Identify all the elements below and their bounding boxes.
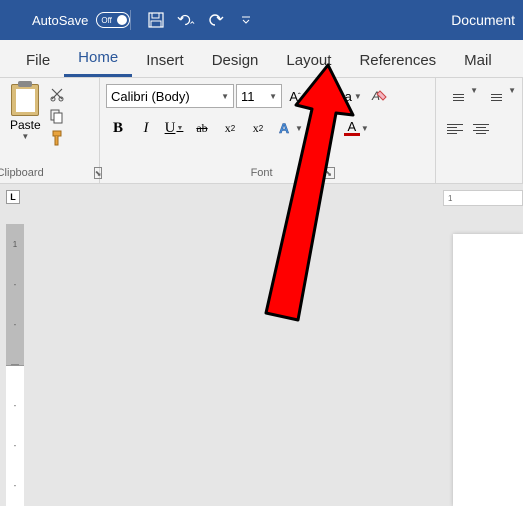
paste-button[interactable]: Paste ▼	[6, 82, 45, 167]
format-painter-icon[interactable]	[49, 130, 67, 148]
clear-formatting-button[interactable]: A	[368, 84, 390, 108]
highlight-color-button[interactable]: ▼	[309, 118, 338, 139]
align-left-button[interactable]	[444, 118, 466, 140]
underline-button[interactable]: U▼	[162, 116, 186, 140]
italic-button[interactable]: I	[134, 116, 158, 140]
tab-home[interactable]: Home	[64, 41, 132, 77]
decrease-font-size-button[interactable]: Aˇ	[308, 84, 330, 108]
save-icon[interactable]	[147, 11, 165, 29]
font-group: Calibri (Body)▼ 11▼ Aˆ Aˇ Aa▼ A B I U▼ a…	[100, 78, 436, 183]
undo-icon[interactable]	[177, 11, 195, 29]
autosave-toggle[interactable]: Off	[96, 12, 130, 28]
clipboard-group: Paste ▼ Clipboard ⬊	[0, 78, 100, 183]
font-name-selector[interactable]: Calibri (Body)▼	[106, 84, 234, 108]
document-page[interactable]	[453, 234, 523, 506]
tab-insert[interactable]: Insert	[132, 44, 198, 77]
quick-access-toolbar	[147, 11, 255, 29]
paragraph-group: ▼ ▼	[436, 78, 523, 183]
font-group-label: Font	[251, 167, 273, 179]
cut-icon[interactable]	[49, 86, 67, 104]
customize-qat-icon[interactable]	[237, 11, 255, 29]
tab-references[interactable]: References	[345, 44, 450, 77]
numbering-dropdown[interactable]: ▼	[508, 86, 516, 108]
superscript-button[interactable]: x2	[246, 116, 270, 140]
ribbon: Paste ▼ Clipboard ⬊ Calibri (Body)▼ 11▼	[0, 78, 523, 184]
ruler-ticks: 1--—---	[6, 224, 24, 506]
chevron-down-icon[interactable]: ▼	[21, 132, 29, 141]
strikethrough-button[interactable]: ab	[190, 116, 214, 140]
chevron-down-icon: ▼	[221, 92, 229, 101]
chevron-down-icon: ▼	[269, 92, 277, 101]
svg-text:A: A	[279, 120, 289, 136]
subscript-button[interactable]: x2	[218, 116, 242, 140]
copy-icon[interactable]	[49, 108, 67, 126]
bullets-dropdown[interactable]: ▼	[470, 86, 478, 108]
document-title: Document	[451, 12, 515, 28]
autosave-control[interactable]: AutoSave Off	[32, 12, 130, 28]
tab-selector[interactable]: L	[6, 190, 20, 204]
numbering-button[interactable]	[482, 86, 504, 108]
paste-label: Paste	[10, 118, 41, 132]
tab-design[interactable]: Design	[198, 44, 273, 77]
tab-mailings[interactable]: Mail	[450, 44, 506, 77]
redo-icon[interactable]	[207, 11, 225, 29]
vertical-ruler[interactable]: 1--—---	[6, 224, 24, 506]
horizontal-ruler[interactable]: 1	[443, 190, 523, 206]
text-effects-button[interactable]: A▼	[274, 119, 305, 137]
clipboard-group-label: Clipboard	[0, 167, 44, 179]
clipboard-icon	[11, 84, 39, 116]
align-center-button[interactable]	[470, 118, 492, 140]
increase-font-size-button[interactable]: Aˆ	[284, 84, 306, 108]
ribbon-tabs: File Home Insert Design Layout Reference…	[0, 40, 523, 78]
bold-button[interactable]: B	[106, 116, 130, 140]
autosave-label: AutoSave	[32, 13, 88, 28]
font-color-button[interactable]: A▼	[342, 120, 371, 136]
title-bar: AutoSave Off Document	[0, 0, 523, 40]
document-area[interactable]: L 1 1--—---	[0, 184, 523, 506]
separator	[130, 10, 131, 30]
font-dialog-launcher[interactable]: ⬊	[323, 167, 335, 179]
tab-file[interactable]: File	[12, 44, 64, 77]
change-case-button[interactable]: Aa▼	[332, 84, 366, 108]
bullets-button[interactable]	[444, 86, 466, 108]
font-size-selector[interactable]: 11▼	[236, 84, 282, 108]
tab-layout[interactable]: Layout	[272, 44, 345, 77]
